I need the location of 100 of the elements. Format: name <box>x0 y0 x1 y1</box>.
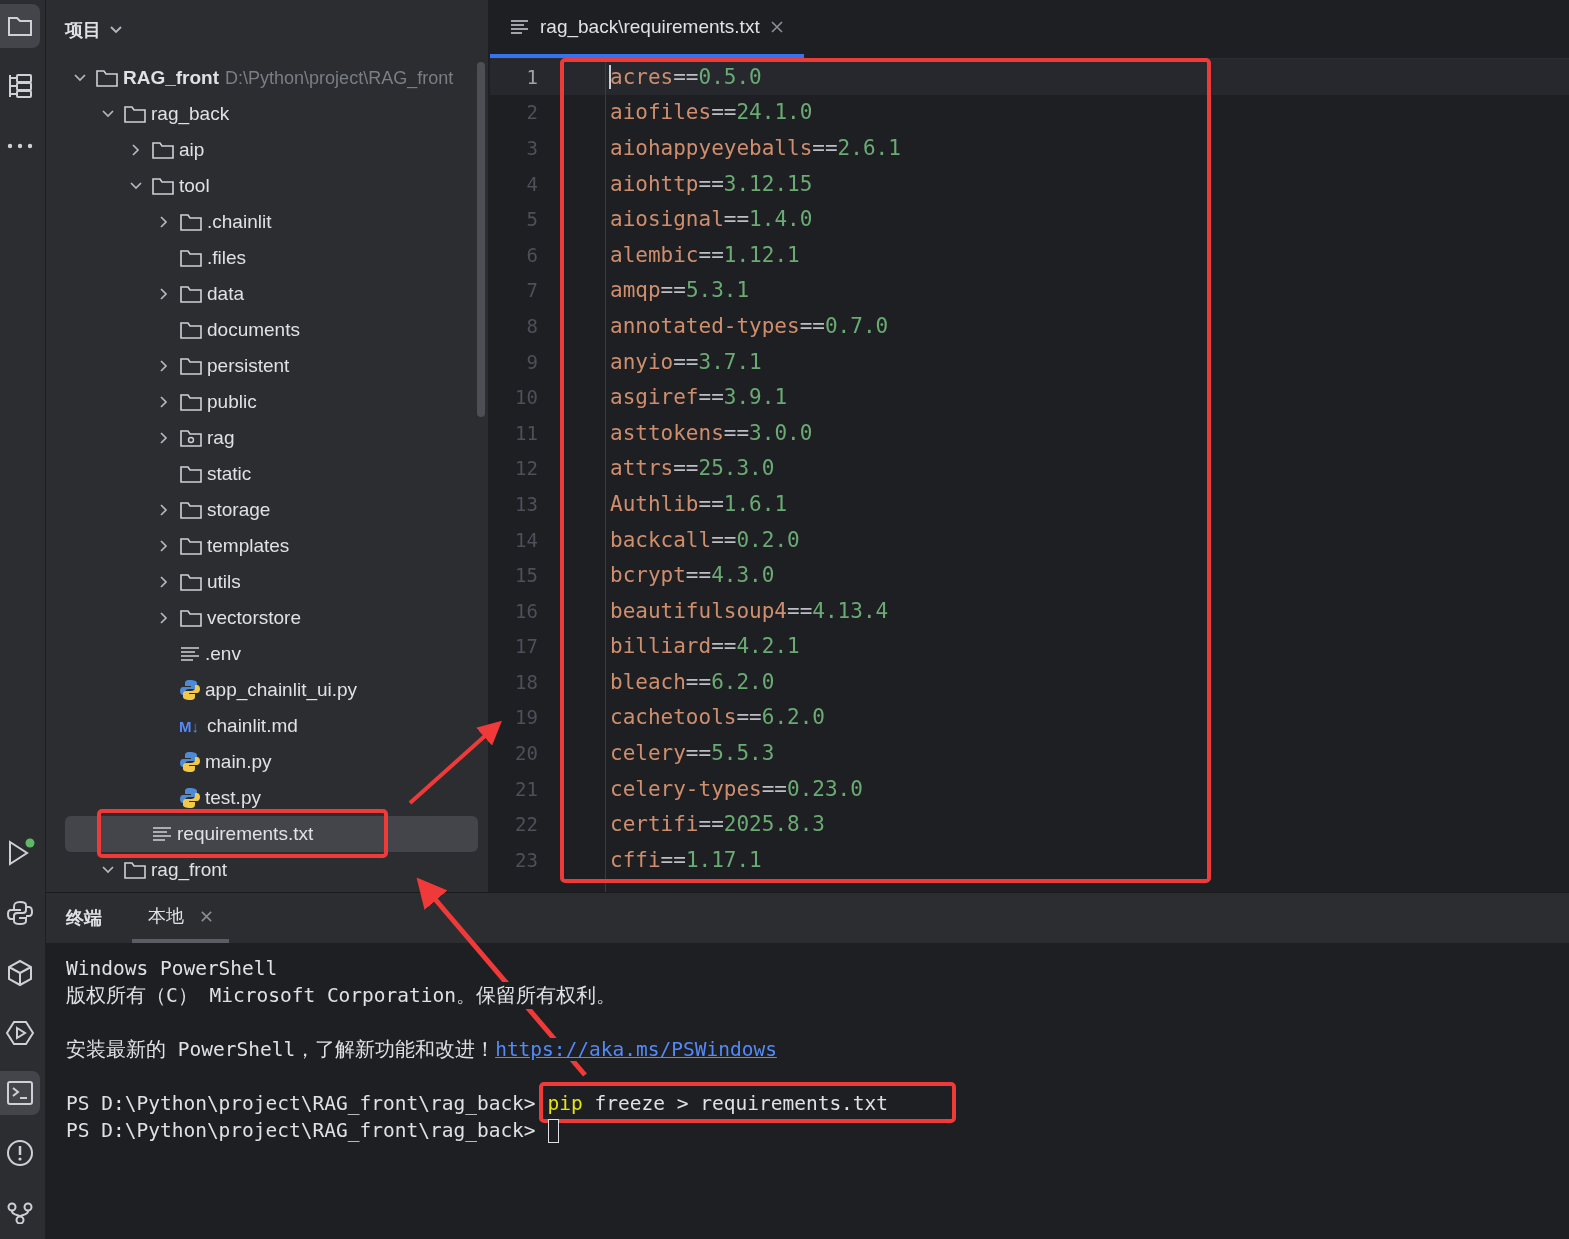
code-line: celery-types==0.23.0 <box>610 776 863 801</box>
tree-item[interactable]: utils <box>65 564 478 600</box>
tree-item[interactable]: persistent <box>65 348 478 384</box>
tree-item[interactable]: templates <box>65 528 478 564</box>
tree-label: documents <box>207 319 300 341</box>
text-file-icon <box>179 645 201 663</box>
folder-icon <box>95 68 119 88</box>
tree-label: data <box>207 283 244 305</box>
folder-icon <box>179 464 203 484</box>
code-line: celery==5.5.3 <box>610 741 775 766</box>
close-icon[interactable] <box>769 20 784 34</box>
tree-item[interactable]: static <box>65 456 478 492</box>
code-line: bcrypt==4.3.0 <box>610 563 775 588</box>
tree-item[interactable]: M↓ chainlit.md <box>65 708 478 744</box>
tree-item[interactable]: documents <box>65 312 478 348</box>
tree-label: .env <box>205 643 241 665</box>
tree-label: static <box>207 463 252 485</box>
tree-label: test.py <box>205 787 261 809</box>
tree-label: storage <box>207 499 271 521</box>
markdown-icon: M↓ <box>179 717 203 735</box>
tree-item[interactable]: data <box>65 276 478 312</box>
folder-icon <box>179 320 203 340</box>
tree-label: main.py <box>205 751 272 773</box>
tree-item[interactable]: app_chainlit_ui.py <box>65 672 478 708</box>
terminal-tab[interactable]: 本地 <box>132 893 229 943</box>
line-number: 1 <box>525 65 538 88</box>
tree-label: vectorstore <box>207 607 301 629</box>
tree-label: public <box>207 391 257 413</box>
tree-label: requirements.txt <box>177 823 314 845</box>
terminal-title: 终端 <box>66 906 102 930</box>
python-file-icon <box>179 787 201 809</box>
code-line: anyio==3.7.1 <box>610 349 762 374</box>
folder-icon <box>151 140 175 160</box>
tree-item[interactable]: .files <box>65 240 478 276</box>
folder-icon[interactable] <box>0 4 40 48</box>
tree-label: .chainlit <box>207 211 272 233</box>
python-file-icon <box>179 751 201 773</box>
tree-label: utils <box>207 571 241 593</box>
tree-item[interactable]: requirements.txt <box>65 816 478 852</box>
tree-label: chainlit.md <box>207 715 298 737</box>
tree-item[interactable]: rag_front <box>65 852 478 888</box>
code-line: attrs==25.3.0 <box>610 456 775 481</box>
close-icon[interactable] <box>200 909 213 923</box>
tree-label: rag_back <box>151 103 230 125</box>
folder-icon <box>179 284 203 304</box>
code-line: aiosignal==1.4.0 <box>610 207 813 232</box>
code-line: backcall==0.2.0 <box>610 527 800 552</box>
folder-path: D:\Python\project\RAG_front <box>225 67 454 89</box>
terminal-command: pip freeze > requirements.txt <box>547 1092 889 1115</box>
tree-label: rag_front <box>151 859 228 881</box>
code-line: bleach==6.2.0 <box>610 669 775 694</box>
tree-label: rag <box>207 427 235 449</box>
tree-item[interactable]: rag <box>65 420 478 456</box>
code-line: asttokens==3.0.0 <box>610 420 813 445</box>
folder-icon <box>179 392 203 412</box>
tree-label: .files <box>207 247 247 269</box>
code-line: amqp==5.3.1 <box>610 278 750 303</box>
code-line: cffi==1.17.1 <box>610 847 762 872</box>
chevron-down-icon[interactable] <box>109 25 123 35</box>
code-line: annotated-types==0.7.0 <box>610 313 889 338</box>
terminal-prompt: PS D:\Python\project\RAG_front\rag_back> <box>66 1092 536 1115</box>
tree-item[interactable]: rag_back <box>65 96 478 132</box>
tree-item[interactable]: aip <box>65 132 478 168</box>
terminal-prompt: PS D:\Python\project\RAG_front\rag_back> <box>66 1119 536 1142</box>
tree-label: RAG_front <box>123 67 220 89</box>
scrollbar[interactable] <box>477 62 485 417</box>
tree-item[interactable]: vectorstore <box>65 600 478 636</box>
tree-label: tool <box>179 175 210 197</box>
tree-item[interactable]: .env <box>65 636 478 672</box>
text-file-icon <box>510 19 530 35</box>
folder-icon <box>179 356 203 376</box>
folder-icon <box>179 428 203 448</box>
tree-item[interactable]: storage <box>65 492 478 528</box>
code-line: asgiref==3.9.1 <box>610 385 788 410</box>
tree-item[interactable]: RAG_front D:\Python\project\RAG_front <box>65 60 478 96</box>
tree-item[interactable]: test.py <box>65 780 478 816</box>
code-line: alembic==1.12.1 <box>610 242 800 267</box>
tree-item[interactable]: public <box>65 384 478 420</box>
code-line: Authlib==1.6.1 <box>610 491 788 516</box>
folder-icon <box>151 176 175 196</box>
folder-icon <box>179 248 203 268</box>
folder-icon <box>123 104 147 124</box>
tree-label: templates <box>207 535 290 557</box>
tree-item[interactable]: tool <box>65 168 478 204</box>
code-line: beautifulsoup4==4.13.4 <box>610 598 889 623</box>
folder-icon <box>123 860 147 880</box>
terminal-icon[interactable] <box>0 1071 40 1115</box>
folder-icon <box>179 608 203 628</box>
panel-title[interactable]: 项目 <box>65 18 101 42</box>
code-line: certifi==2025.8.3 <box>610 812 825 837</box>
code-line: aiofiles==24.1.0 <box>610 100 813 125</box>
python-file-icon <box>179 679 201 701</box>
tree-item[interactable]: .chainlit <box>65 204 478 240</box>
tree-item[interactable]: main.py <box>65 744 478 780</box>
folder-icon <box>179 212 203 232</box>
code-line: billiard==4.2.1 <box>610 634 800 659</box>
tree-label: aip <box>179 139 205 161</box>
code-line: aiohttp==3.12.15 <box>610 171 813 196</box>
tree-label: app_chainlit_ui.py <box>205 679 358 701</box>
link[interactable]: https://aka.ms/PSWindows <box>495 1038 777 1061</box>
